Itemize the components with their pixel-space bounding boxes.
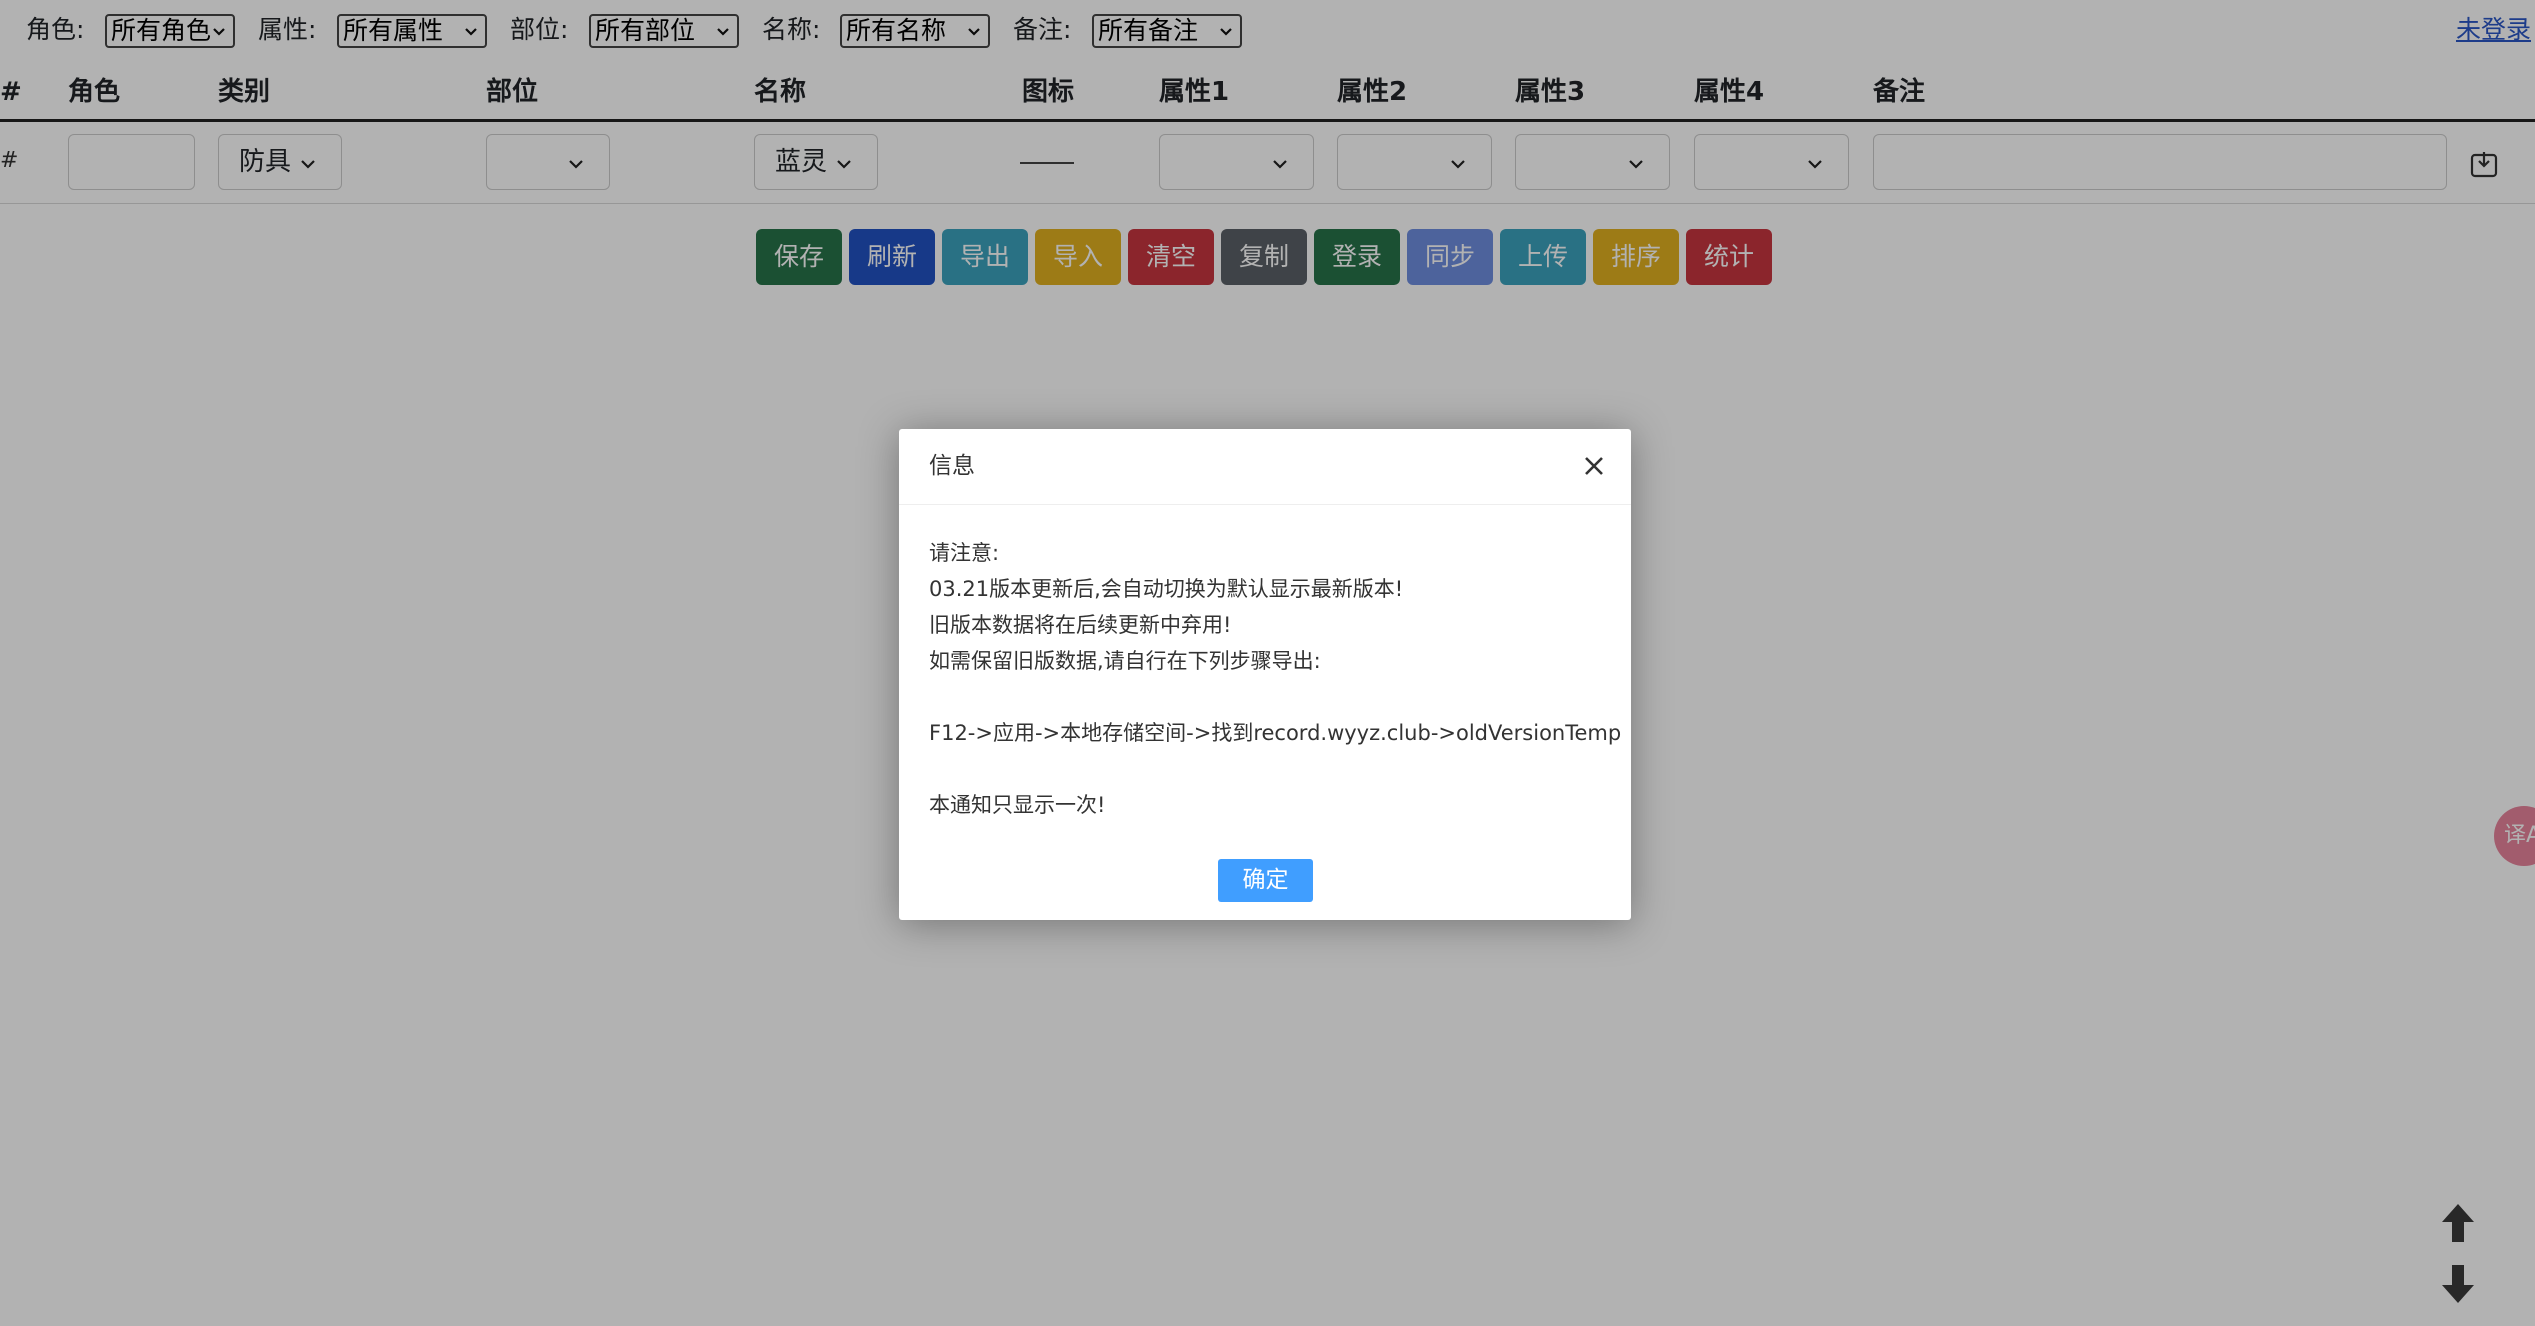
dialog-line: 如需保留旧版数据,请自行在下列步骤导出:: [929, 649, 1321, 673]
dialog-line: [929, 751, 1619, 787]
dialog-message: 请注意: 03.21版本更新后,会自动切换为默认显示最新版本! 旧版本数据将在后…: [929, 535, 1622, 823]
app-root: 角色: 所有角色 属性: 所有属性 部位: 所有部位 名称: 所有名称 备注: …: [0, 0, 2535, 1326]
dialog-line: [929, 679, 1619, 715]
info-dialog: 信息 请注意: 03.21版本更新后,会自动切换为默认显示最新版本! 旧版本数据…: [899, 429, 1631, 920]
dialog-line: F12->应用->本地存储空间->找到record.wyyz.club->old…: [929, 721, 1622, 745]
dialog-line: 03.21版本更新后,会自动切换为默认显示最新版本!: [929, 577, 1404, 601]
dialog-line: 旧版本数据将在后续更新中弃用!: [929, 613, 1232, 637]
dialog-line: 本通知只显示一次!: [929, 793, 1106, 817]
close-icon[interactable]: [1581, 453, 1607, 479]
confirm-button[interactable]: 确定: [1218, 859, 1313, 902]
dialog-title: 信息: [929, 453, 975, 479]
dialog-header: 信息: [899, 429, 1631, 505]
dialog-line: 请注意:: [929, 541, 1000, 565]
